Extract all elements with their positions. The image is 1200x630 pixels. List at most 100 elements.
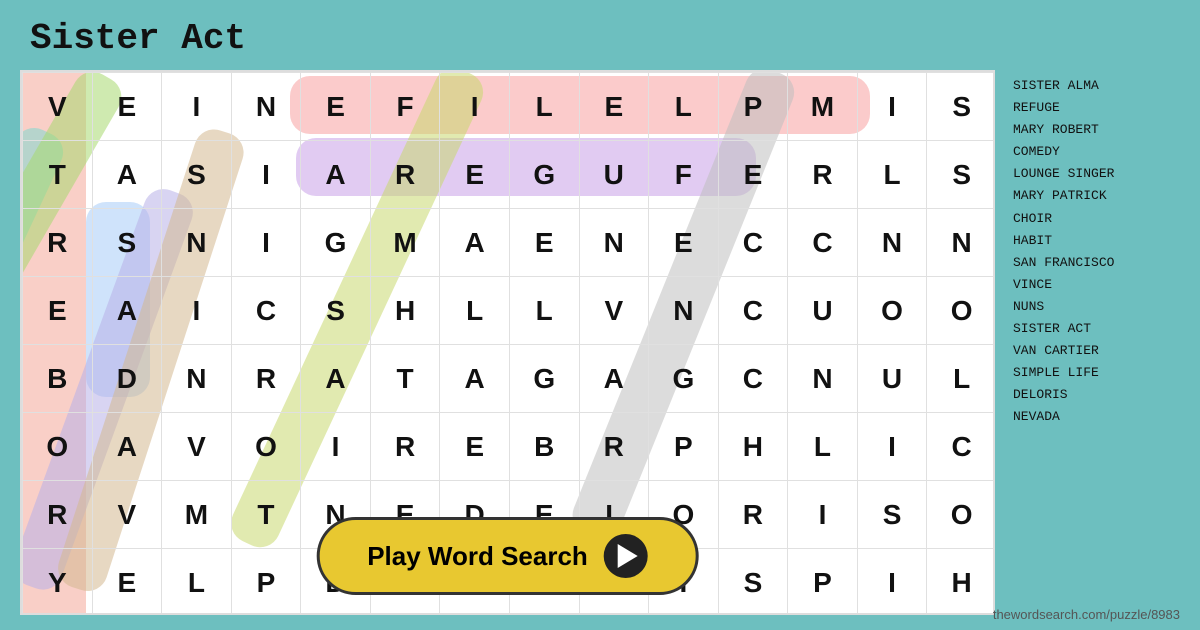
cell: I: [857, 413, 927, 481]
cell: N: [788, 345, 858, 413]
cell: A: [92, 413, 162, 481]
cell: O: [857, 277, 927, 345]
play-word-search-button[interactable]: Play Word Search: [316, 517, 699, 595]
cell: P: [718, 73, 788, 141]
cell: E: [301, 73, 371, 141]
word-list-item: VAN CARTIER: [1013, 340, 1182, 362]
cell: L: [857, 141, 927, 209]
cell: I: [231, 141, 301, 209]
cell: R: [23, 481, 93, 549]
cell: E: [579, 73, 649, 141]
cell: E: [440, 413, 510, 481]
cell: S: [718, 549, 788, 616]
cell: F: [370, 73, 440, 141]
cell: T: [23, 141, 93, 209]
cell: S: [927, 73, 995, 141]
cell: C: [718, 209, 788, 277]
word-list: SISTER ALMA REFUGE MARY ROBERT COMEDY LO…: [1005, 70, 1190, 615]
cell: L: [162, 549, 232, 616]
cell: M: [162, 481, 232, 549]
play-button-label: Play Word Search: [367, 541, 588, 572]
page-title: Sister Act: [30, 18, 246, 59]
cell: I: [857, 549, 927, 616]
cell: O: [23, 413, 93, 481]
cell: R: [23, 209, 93, 277]
cell: S: [301, 277, 371, 345]
cell: S: [92, 209, 162, 277]
cell: R: [370, 413, 440, 481]
cell: A: [301, 141, 371, 209]
cell: V: [162, 413, 232, 481]
cell: F: [649, 141, 719, 209]
word-list-item: LOUNGE SINGER: [1013, 163, 1182, 185]
cell: C: [927, 413, 995, 481]
cell: D: [92, 345, 162, 413]
cell: N: [231, 73, 301, 141]
word-list-item: CHOIR: [1013, 208, 1182, 230]
cell: N: [927, 209, 995, 277]
cell: M: [370, 209, 440, 277]
word-list-item: MARY ROBERT: [1013, 119, 1182, 141]
cell: E: [718, 141, 788, 209]
word-list-item: SIMPLE LIFE: [1013, 362, 1182, 384]
cell: T: [231, 481, 301, 549]
cell: C: [718, 277, 788, 345]
cell: N: [162, 209, 232, 277]
cell: V: [23, 73, 93, 141]
word-list-item: SAN FRANCISCO: [1013, 252, 1182, 274]
cell: N: [649, 277, 719, 345]
cell: G: [509, 141, 579, 209]
cell: A: [440, 345, 510, 413]
cell: I: [162, 277, 232, 345]
cell: S: [162, 141, 232, 209]
word-list-item: SISTER ALMA: [1013, 75, 1182, 97]
cell: E: [92, 549, 162, 616]
word-list-item: VINCE: [1013, 274, 1182, 296]
cell: H: [370, 277, 440, 345]
cell: E: [649, 209, 719, 277]
word-list-item: HABIT: [1013, 230, 1182, 252]
word-search-grid: V E I N E F I L E L P M I S T A S I A: [20, 70, 995, 615]
cell: N: [857, 209, 927, 277]
cell: H: [718, 413, 788, 481]
word-list-item: NUNS: [1013, 296, 1182, 318]
word-list-item: SISTER ACT: [1013, 318, 1182, 340]
cell: U: [579, 141, 649, 209]
cell: L: [788, 413, 858, 481]
cell: E: [23, 277, 93, 345]
cell: C: [788, 209, 858, 277]
cell: S: [857, 481, 927, 549]
cell: N: [162, 345, 232, 413]
cell: I: [301, 413, 371, 481]
cell: C: [231, 277, 301, 345]
cell: H: [927, 549, 995, 616]
cell: V: [92, 481, 162, 549]
cell: V: [579, 277, 649, 345]
word-list-item: REFUGE: [1013, 97, 1182, 119]
cell: P: [649, 413, 719, 481]
cell: E: [440, 141, 510, 209]
cell: P: [788, 549, 858, 616]
cell: A: [92, 277, 162, 345]
cell: I: [857, 73, 927, 141]
cell: E: [92, 73, 162, 141]
cell: R: [579, 413, 649, 481]
cell: I: [231, 209, 301, 277]
cell: U: [857, 345, 927, 413]
cell: L: [440, 277, 510, 345]
word-list-item: MARY PATRICK: [1013, 185, 1182, 207]
cell: M: [788, 73, 858, 141]
play-icon: [604, 534, 648, 578]
cell: G: [649, 345, 719, 413]
cell: A: [301, 345, 371, 413]
cell: L: [927, 345, 995, 413]
cell: G: [509, 345, 579, 413]
cell: O: [231, 413, 301, 481]
cell: I: [440, 73, 510, 141]
cell: N: [579, 209, 649, 277]
cell: U: [788, 277, 858, 345]
cell: Y: [23, 549, 93, 616]
cell: E: [509, 209, 579, 277]
attribution-text: thewordsearch.com/puzzle/8983: [993, 607, 1180, 622]
cell: I: [788, 481, 858, 549]
